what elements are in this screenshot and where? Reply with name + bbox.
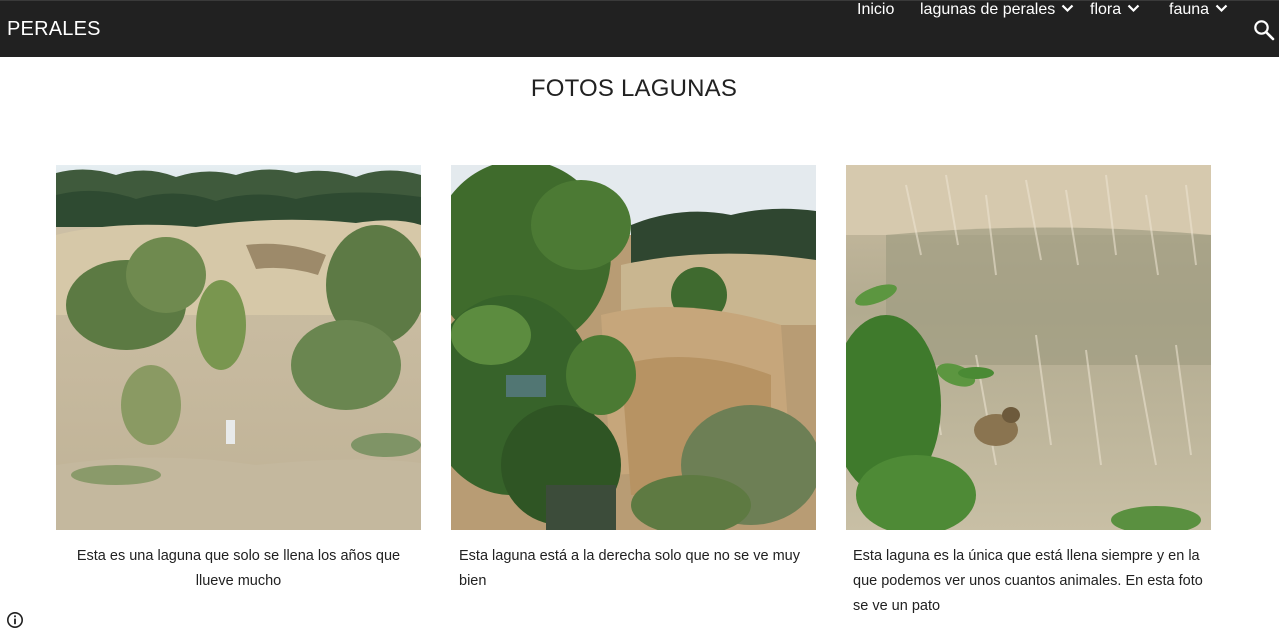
chevron-down-icon (1215, 4, 1228, 12)
nav-item-fauna[interactable]: fauna (1169, 1, 1228, 19)
photo-laguna-pato[interactable] (846, 165, 1211, 530)
nav-label: flora (1090, 1, 1122, 18)
nav-label: Inicio (857, 1, 895, 18)
info-icon[interactable] (6, 611, 24, 629)
photo-laguna-seca[interactable] (56, 165, 421, 530)
site-title[interactable]: PERALES (7, 18, 101, 41)
top-navigation-bar: PERALES Inicio lagunas de perales flora … (0, 0, 1279, 57)
photo-caption-3: Esta laguna es la única que está llena s… (853, 548, 1203, 614)
page-title: FOTOS LAGUNAS (530, 75, 738, 102)
chevron-down-icon (1061, 4, 1074, 12)
photo-laguna-pato-image (846, 165, 1211, 530)
nav-item-inicio[interactable]: Inicio (857, 1, 894, 19)
nav-item-flora[interactable]: flora (1090, 1, 1140, 19)
photo-caption-2: Esta laguna está a la derecha solo que n… (459, 548, 800, 589)
nav-item-lagunas-de-perales[interactable]: lagunas de perales (920, 1, 1074, 19)
chevron-down-icon (1127, 4, 1140, 12)
photo-caption-1: Esta es una laguna que solo se llena los… (76, 548, 401, 589)
search-icon[interactable] (1253, 19, 1275, 41)
photo-laguna-derecha[interactable] (451, 165, 816, 530)
nav-label: fauna (1169, 1, 1210, 18)
photo-laguna-seca-image (56, 165, 421, 530)
nav-label: lagunas de perales (920, 1, 1056, 18)
photo-laguna-derecha-image (451, 165, 816, 530)
